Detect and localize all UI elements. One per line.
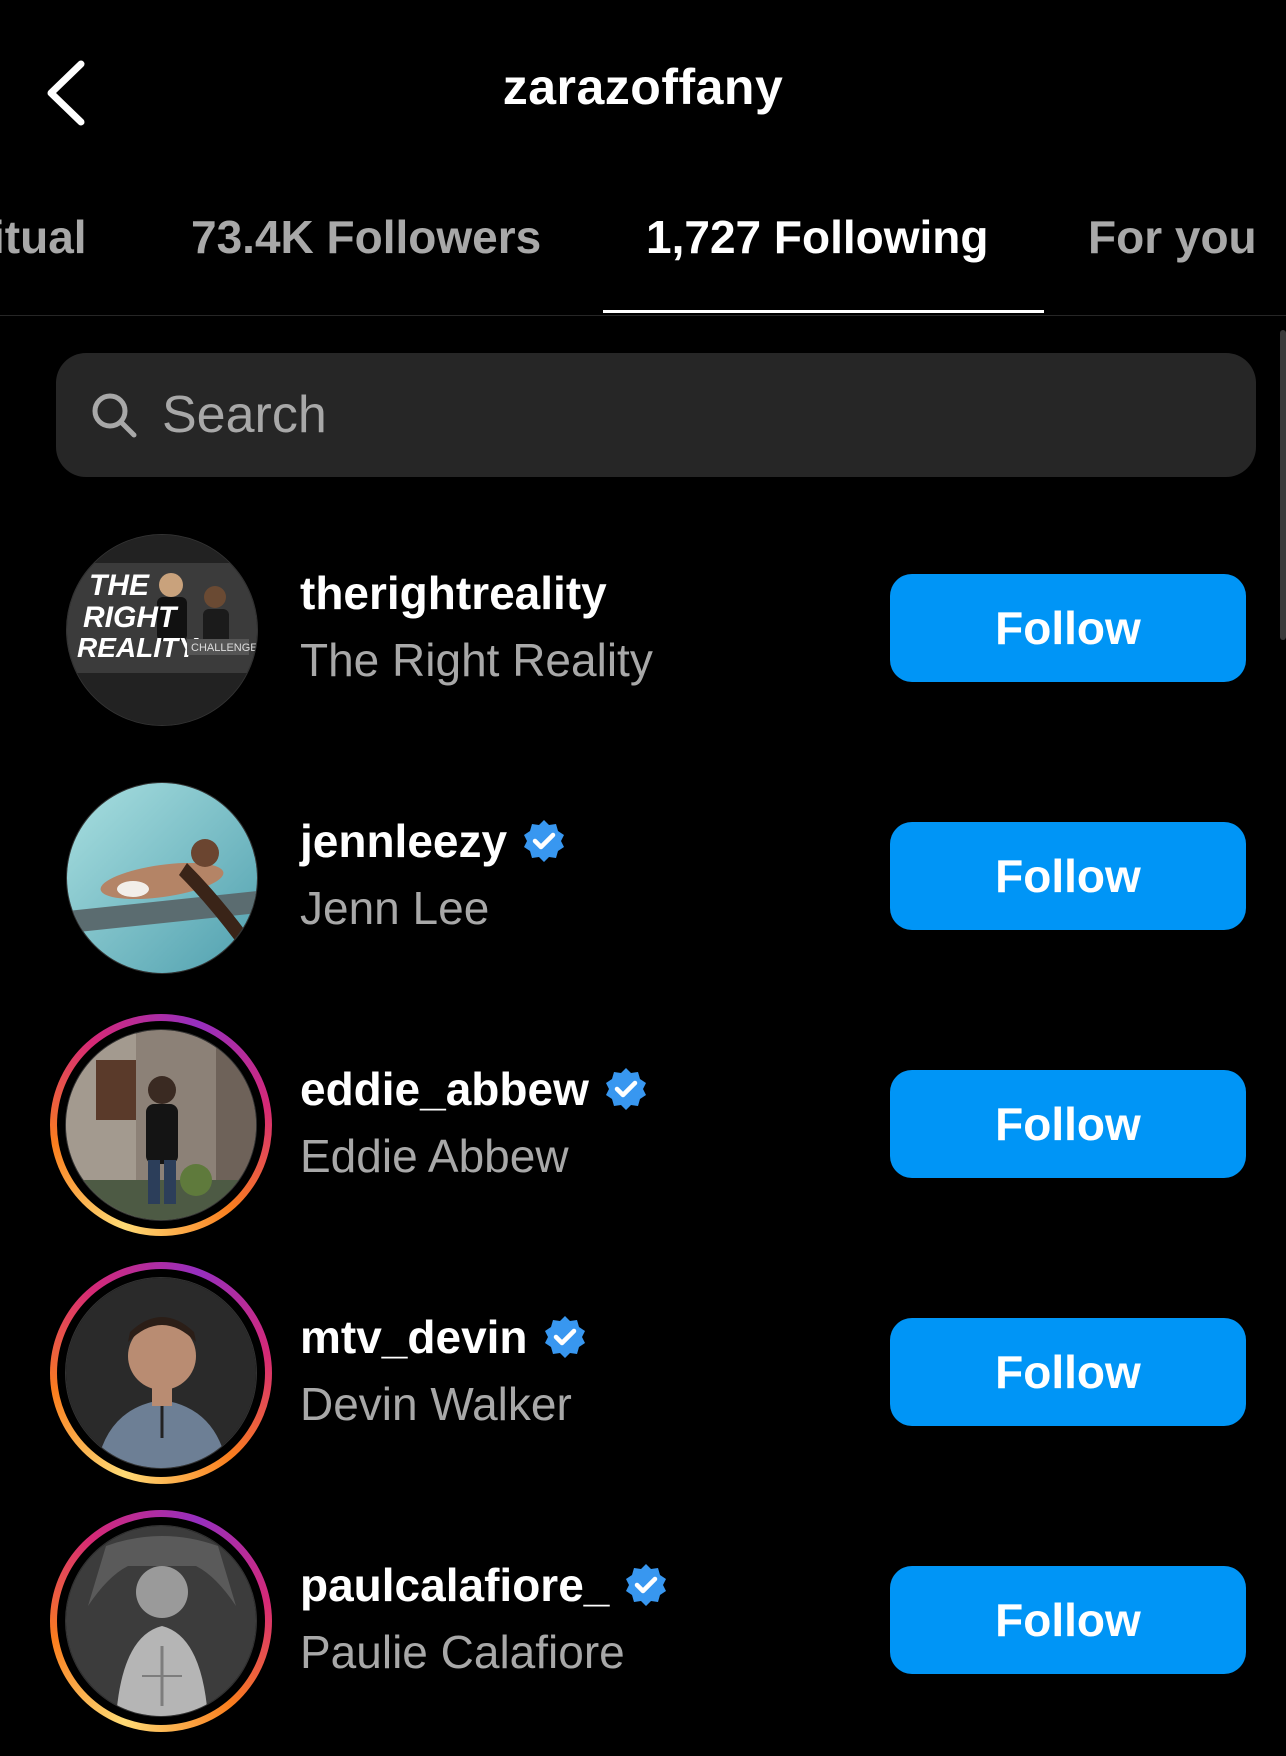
svg-text:RIGHT: RIGHT: [83, 601, 179, 634]
verified-badge-icon: [521, 818, 567, 864]
follow-button[interactable]: Follow: [890, 574, 1246, 682]
list-item[interactable]: mtv_devin Devin Walker Follow: [0, 1260, 1286, 1508]
verified-badge-icon: [623, 1562, 669, 1608]
full-name: Devin Walker: [300, 1378, 572, 1430]
list-item[interactable]: eddie_abbew Eddie Abbew Follow: [0, 1012, 1286, 1260]
svg-text:REALITY: REALITY: [77, 632, 199, 663]
avatar[interactable]: [66, 782, 258, 974]
svg-text:CHALLENGE: CHALLENGE: [191, 642, 258, 654]
follow-button[interactable]: Follow: [890, 822, 1246, 930]
tab-bar: itual 73.4K Followers 1,727 Following Fo…: [0, 200, 1286, 316]
username[interactable]: mtv_devin: [300, 1310, 588, 1364]
list-item[interactable]: jennleezy Jenn Lee Follow: [0, 764, 1286, 1012]
avatar-with-story-ring[interactable]: [50, 1510, 272, 1732]
username[interactable]: eddie_abbew: [300, 1062, 649, 1116]
search-icon: [88, 389, 140, 441]
avatar-with-story-ring[interactable]: [50, 1262, 272, 1484]
avatar-image: [66, 1278, 256, 1468]
avatar[interactable]: THE RIGHT REALITY CHALLENGE: [66, 534, 258, 726]
verified-badge-icon: [603, 1066, 649, 1112]
username[interactable]: therightreality: [300, 566, 607, 620]
verified-badge-icon: [542, 1314, 588, 1360]
avatar-with-story-ring[interactable]: [50, 1014, 272, 1236]
list-item[interactable]: THE RIGHT REALITY CHALLENGE therightreal…: [0, 516, 1286, 764]
avatar-image: [66, 1030, 256, 1220]
tab-for-you[interactable]: For you: [1088, 210, 1257, 264]
tab-mutual[interactable]: itual: [0, 210, 87, 264]
follow-button[interactable]: Follow: [890, 1566, 1246, 1674]
full-name: Eddie Abbew: [300, 1130, 569, 1182]
list-item[interactable]: paulcalafiore_ Paulie Calafiore Follow: [0, 1508, 1286, 1756]
avatar-image: [67, 783, 257, 973]
full-name: The Right Reality: [300, 634, 653, 686]
search-bar[interactable]: [56, 353, 1256, 477]
top-bar: zarazoffany: [0, 0, 1286, 180]
tab-followers[interactable]: 73.4K Followers: [191, 210, 541, 264]
active-tab-indicator: [603, 310, 1044, 313]
search-input[interactable]: [160, 384, 1164, 446]
avatar-image: THE RIGHT REALITY CHALLENGE: [67, 535, 258, 725]
svg-text:THE: THE: [89, 569, 150, 602]
follow-button[interactable]: Follow: [890, 1318, 1246, 1426]
avatar-image: [66, 1526, 256, 1716]
page-title: zarazoffany: [502, 59, 784, 115]
full-name: Jenn Lee: [300, 882, 490, 934]
username[interactable]: jennleezy: [300, 814, 567, 868]
follow-button[interactable]: Follow: [890, 1070, 1246, 1178]
tab-following[interactable]: 1,727 Following: [646, 210, 989, 264]
username[interactable]: paulcalafiore_: [300, 1558, 669, 1612]
full-name: Paulie Calafiore: [300, 1626, 625, 1678]
